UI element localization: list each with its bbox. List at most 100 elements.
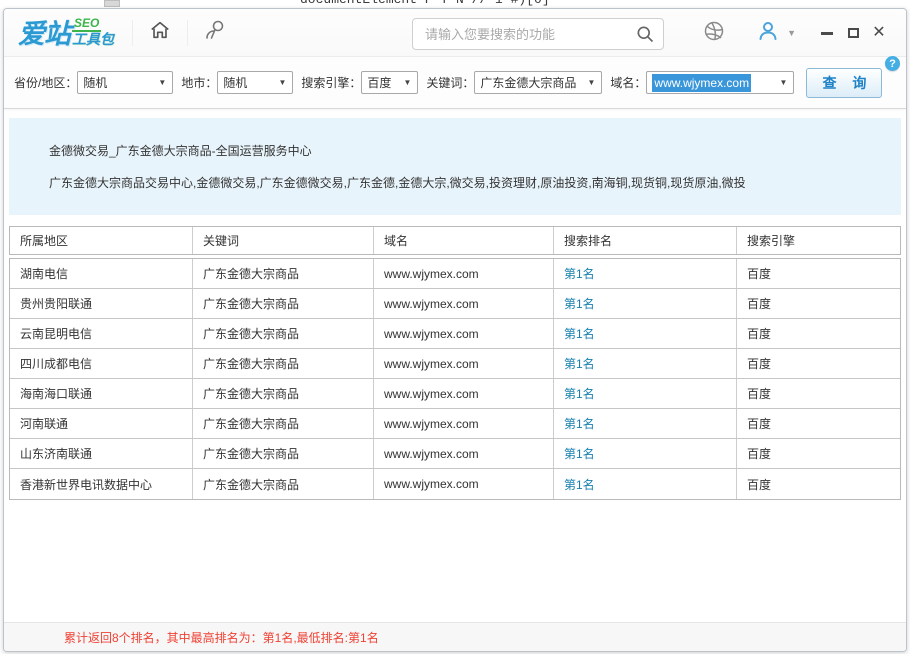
search-input[interactable] <box>425 27 635 42</box>
engine-cell: 百度 <box>737 439 900 468</box>
function-search <box>412 18 664 50</box>
domain-combobox[interactable]: www.wjymex.com ▼ <box>646 71 794 94</box>
chevron-down-icon: ▼ <box>397 78 417 87</box>
domain-cell: www.wjymex.com <box>374 379 554 408</box>
city-label: 地市： <box>181 74 217 91</box>
query-button[interactable]: 查 询 <box>806 68 882 98</box>
table-row: 湖南电信广东金德大宗商品www.wjymex.com第1名百度 <box>10 259 900 289</box>
screen: documentElement P T N // i #)[0] 爱站 SEO … <box>0 0 910 654</box>
content-area: 金德微交易_广东金德大宗商品-全国运营服务中心 广东金德大宗商品交易中心,金德微… <box>4 109 906 651</box>
column-header: 所属地区 <box>10 227 193 254</box>
engine-label: 搜索引擎： <box>301 74 361 91</box>
province-value: 随机 <box>83 74 107 91</box>
user-icon <box>756 19 780 48</box>
chevron-down-icon: ▼ <box>581 78 601 87</box>
domain-cell: www.wjymex.com <box>374 319 554 348</box>
rank-cell[interactable]: 第1名 <box>554 289 737 318</box>
keyword-select[interactable]: 广东金德大宗商品 ▼ <box>474 71 602 94</box>
network-button[interactable] <box>697 16 731 50</box>
rank-cell[interactable]: 第1名 <box>554 439 737 468</box>
domain-cell: www.wjymex.com <box>374 439 554 468</box>
keyword-cell: 广东金德大宗商品 <box>193 349 374 378</box>
domain-value: www.wjymex.com <box>652 74 751 92</box>
domain-cell: www.wjymex.com <box>374 259 554 288</box>
chevron-down-icon: ▼ <box>152 78 172 87</box>
rank-cell[interactable]: 第1名 <box>554 349 737 378</box>
app-logo: 爱站 SEO 工具包 <box>18 17 114 47</box>
table-row: 贵州贵阳联通广东金德大宗商品www.wjymex.com第1名百度 <box>10 289 900 319</box>
minimize-button[interactable] <box>814 22 840 44</box>
logo-text-main: 爱站 <box>18 21 70 48</box>
rank-cell[interactable]: 第1名 <box>554 379 737 408</box>
user-lookup-button[interactable] <box>198 16 232 50</box>
background-window-chip <box>104 0 120 7</box>
table-row: 云南昆明电信广东金德大宗商品www.wjymex.com第1名百度 <box>10 319 900 349</box>
rank-cell[interactable]: 第1名 <box>554 469 737 499</box>
keyword-cell: 广东金德大宗商品 <box>193 439 374 468</box>
keyword-cell: 广东金德大宗商品 <box>193 259 374 288</box>
domain-cell: www.wjymex.com <box>374 469 554 499</box>
region-cell: 湖南电信 <box>10 259 193 288</box>
table-row: 山东济南联通广东金德大宗商品www.wjymex.com第1名百度 <box>10 439 900 469</box>
titlebar-separator <box>187 20 188 46</box>
account-caret-icon[interactable]: ▼ <box>787 28 796 38</box>
close-button[interactable]: ✕ <box>866 22 892 44</box>
results-table-header: 所属地区关键词域名搜索排名搜索引擎 <box>9 226 901 255</box>
person-search-icon <box>203 18 227 47</box>
column-header: 搜索引擎 <box>737 227 900 254</box>
table-row: 河南联通广东金德大宗商品www.wjymex.com第1名百度 <box>10 409 900 439</box>
province-select[interactable]: 随机 ▼ <box>77 71 173 94</box>
engine-cell: 百度 <box>737 349 900 378</box>
maximize-button[interactable] <box>840 22 866 44</box>
chevron-down-icon: ▼ <box>773 78 793 87</box>
rank-cell[interactable]: 第1名 <box>554 409 737 438</box>
result-page-keywords: 广东金德大宗商品交易中心,金德微交易,广东金德微交易,广东金德,金德大宗,微交易… <box>49 175 881 192</box>
engine-cell: 百度 <box>737 319 900 348</box>
account-button[interactable] <box>751 16 785 50</box>
region-cell: 香港新世界电讯数据中心 <box>10 469 193 499</box>
background-window-text: documentElement P T N // i #)[0] <box>300 0 550 7</box>
rank-cell[interactable]: 第1名 <box>554 319 737 348</box>
titlebar: 爱站 SEO 工具包 <box>4 9 906 57</box>
engine-cell: 百度 <box>737 289 900 318</box>
keyword-cell: 广东金德大宗商品 <box>193 289 374 318</box>
home-button[interactable] <box>143 16 177 50</box>
region-cell: 河南联通 <box>10 409 193 438</box>
column-header: 关键词 <box>193 227 374 254</box>
city-value: 随机 <box>223 74 247 91</box>
domain-cell: www.wjymex.com <box>374 349 554 378</box>
minimize-icon <box>821 32 833 35</box>
province-label: 省份/地区： <box>14 74 77 91</box>
filter-bar: 省份/地区： 随机 ▼ 地市： 随机 ▼ 搜索引擎： 百度 ▼ <box>4 57 906 109</box>
logo-text-seo: SEO <box>72 17 101 32</box>
results-table: 所属地区关键词域名搜索排名搜索引擎 湖南电信广东金德大宗商品www.wjymex… <box>9 226 901 500</box>
table-row: 四川成都电信广东金德大宗商品www.wjymex.com第1名百度 <box>10 349 900 379</box>
city-select[interactable]: 随机 ▼ <box>217 71 293 94</box>
region-cell: 海南海口联通 <box>10 379 193 408</box>
result-page-title: 金德微交易_广东金德大宗商品-全国运营服务中心 <box>49 142 881 159</box>
keyword-value: 广东金德大宗商品 <box>480 74 576 91</box>
engine-value: 百度 <box>367 74 391 91</box>
content-spacer <box>4 500 906 622</box>
engine-cell: 百度 <box>737 469 900 499</box>
globe-icon <box>702 19 726 48</box>
region-cell: 山东济南联通 <box>10 439 193 468</box>
domain-cell: www.wjymex.com <box>374 409 554 438</box>
logo-text-sub: 工具包 <box>72 32 114 47</box>
engine-cell: 百度 <box>737 259 900 288</box>
column-header: 搜索排名 <box>554 227 737 254</box>
maximize-icon <box>848 28 859 38</box>
region-cell: 四川成都电信 <box>10 349 193 378</box>
help-button[interactable]: ? <box>885 56 900 71</box>
titlebar-separator <box>132 20 133 46</box>
home-icon <box>149 19 171 46</box>
keyword-cell: 广东金德大宗商品 <box>193 319 374 348</box>
keyword-cell: 广东金德大宗商品 <box>193 379 374 408</box>
search-icon[interactable] <box>635 24 655 44</box>
engine-select[interactable]: 百度 ▼ <box>361 71 418 94</box>
keyword-label: 关键词： <box>426 74 474 91</box>
app-window: 爱站 SEO 工具包 <box>3 8 907 652</box>
status-bar: 累计返回8个排名，其中最高排名为：第1名,最低排名:第1名 <box>4 622 906 651</box>
rank-cell[interactable]: 第1名 <box>554 259 737 288</box>
keyword-cell: 广东金德大宗商品 <box>193 469 374 499</box>
